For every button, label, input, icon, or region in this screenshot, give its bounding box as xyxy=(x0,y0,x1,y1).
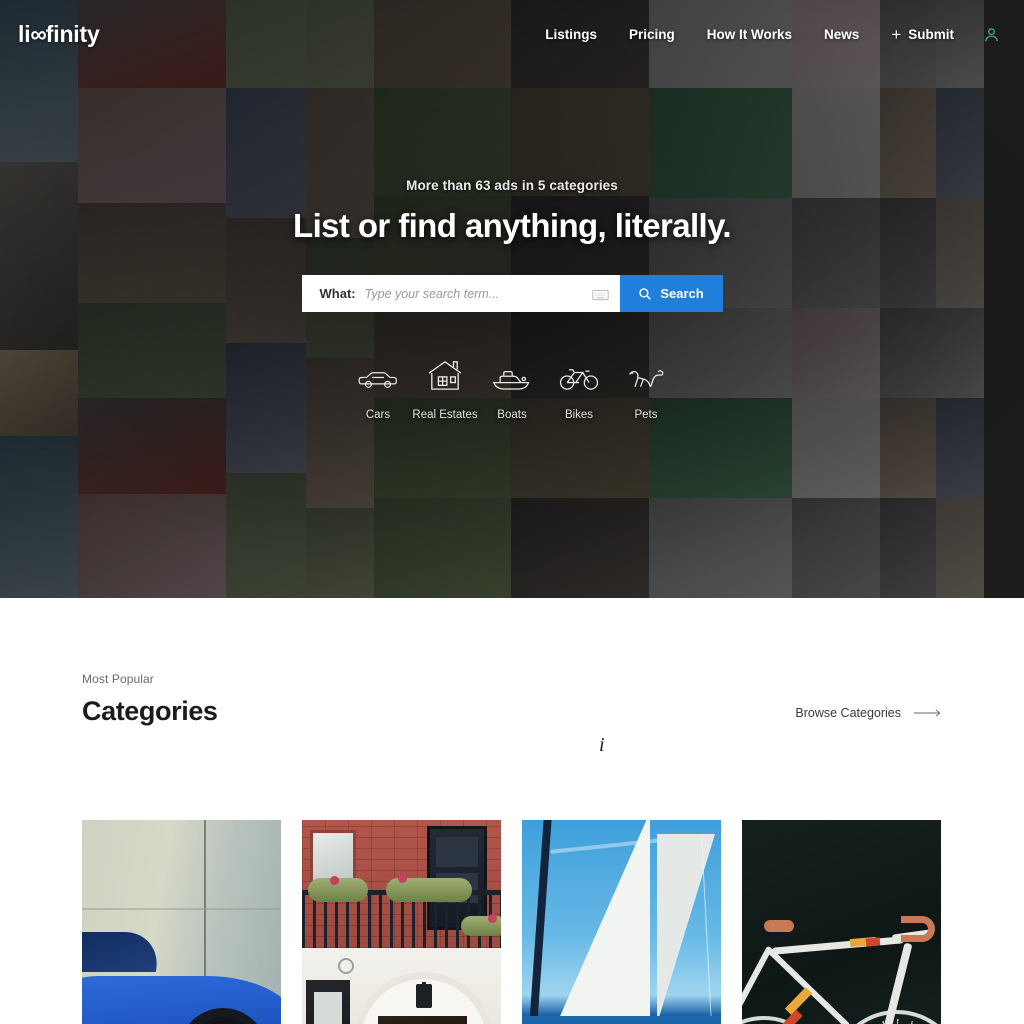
real-estates-card[interactable] xyxy=(302,820,501,1024)
hero-content: More than 63 ads in 5 categories List or… xyxy=(0,178,1024,421)
hero-category-boats[interactable]: Boats xyxy=(479,357,546,421)
hero-category-shortcuts: Cars Real Estates Boats Bikes Pets xyxy=(0,357,1024,421)
boats-card[interactable] xyxy=(522,820,721,1024)
logo-suffix: finity xyxy=(45,20,100,47)
hero-stat-line: More than 63 ads in 5 categories xyxy=(406,178,618,193)
hero-category-label: Boats xyxy=(497,409,527,421)
nav-item-pricing[interactable]: Pricing xyxy=(613,27,691,42)
nav-item-how-it-works[interactable]: How It Works xyxy=(691,27,808,42)
section-container: Most Popular Categories Browse Categorie… xyxy=(82,672,942,1024)
bikes-card[interactable] xyxy=(742,820,941,1024)
section-eyebrow: Most Popular xyxy=(82,672,154,686)
category-cards xyxy=(82,820,942,1024)
cars-card[interactable] xyxy=(82,820,281,1024)
sailboat-photo xyxy=(522,820,721,1024)
plus-icon: + xyxy=(891,24,902,44)
boat-icon xyxy=(491,357,533,391)
hero-category-label: Real Estates xyxy=(412,409,478,421)
hero-category-label: Bikes xyxy=(564,409,594,421)
pet-dog-icon xyxy=(625,357,667,391)
bicycle-icon xyxy=(558,357,600,391)
submit-label: Submit xyxy=(908,26,954,42)
nav-item-listings[interactable]: Listings xyxy=(529,27,613,42)
browse-categories-label: Browse Categories xyxy=(795,706,901,720)
user-account-icon[interactable] xyxy=(980,23,1002,45)
site-logo[interactable]: li∞finity xyxy=(18,20,100,47)
hero-category-bikes[interactable]: Bikes xyxy=(546,357,613,421)
submit-button[interactable]: + Submit xyxy=(875,26,970,43)
hero-section: li∞finity Listings Pricing How It Works … xyxy=(0,0,1024,598)
hero-category-real-estates[interactable]: Real Estates xyxy=(412,357,479,421)
search-input-wrapper: What: xyxy=(301,275,620,312)
search-button[interactable]: Search xyxy=(619,275,723,312)
search-button-label: Search xyxy=(660,286,704,301)
hero-category-cars[interactable]: Cars xyxy=(345,357,412,421)
logo-text: li xyxy=(18,20,31,47)
hero-category-pets[interactable]: Pets xyxy=(613,357,680,421)
keyboard-icon[interactable] xyxy=(591,288,609,300)
arrow-right-icon xyxy=(914,709,941,717)
site-header: li∞finity Listings Pricing How It Works … xyxy=(0,0,1024,68)
blue-car-photo xyxy=(82,820,281,1024)
hero-headline: List or find anything, literally. xyxy=(293,207,732,244)
popular-categories-section: Most Popular Categories Browse Categorie… xyxy=(0,598,1024,1024)
hero-category-label: Pets xyxy=(634,409,658,421)
search-icon xyxy=(639,287,652,300)
search-what-label: What: xyxy=(319,286,356,301)
car-icon xyxy=(358,357,398,391)
hero-category-label: Cars xyxy=(365,409,391,421)
browse-categories-link[interactable]: Browse Categories xyxy=(795,706,942,720)
main-navigation: Listings Pricing How It Works News + Sub… xyxy=(529,23,1002,45)
stray-glyph: i xyxy=(599,734,605,756)
brick-house-photo xyxy=(302,820,501,1024)
house-icon xyxy=(426,357,464,391)
hero-search-bar: What: Search xyxy=(301,275,723,312)
logo-infinity-glyph: ∞ xyxy=(30,20,46,47)
search-input[interactable] xyxy=(364,286,592,301)
white-bicycle-photo xyxy=(742,820,941,1024)
nav-item-news[interactable]: News xyxy=(808,27,875,42)
